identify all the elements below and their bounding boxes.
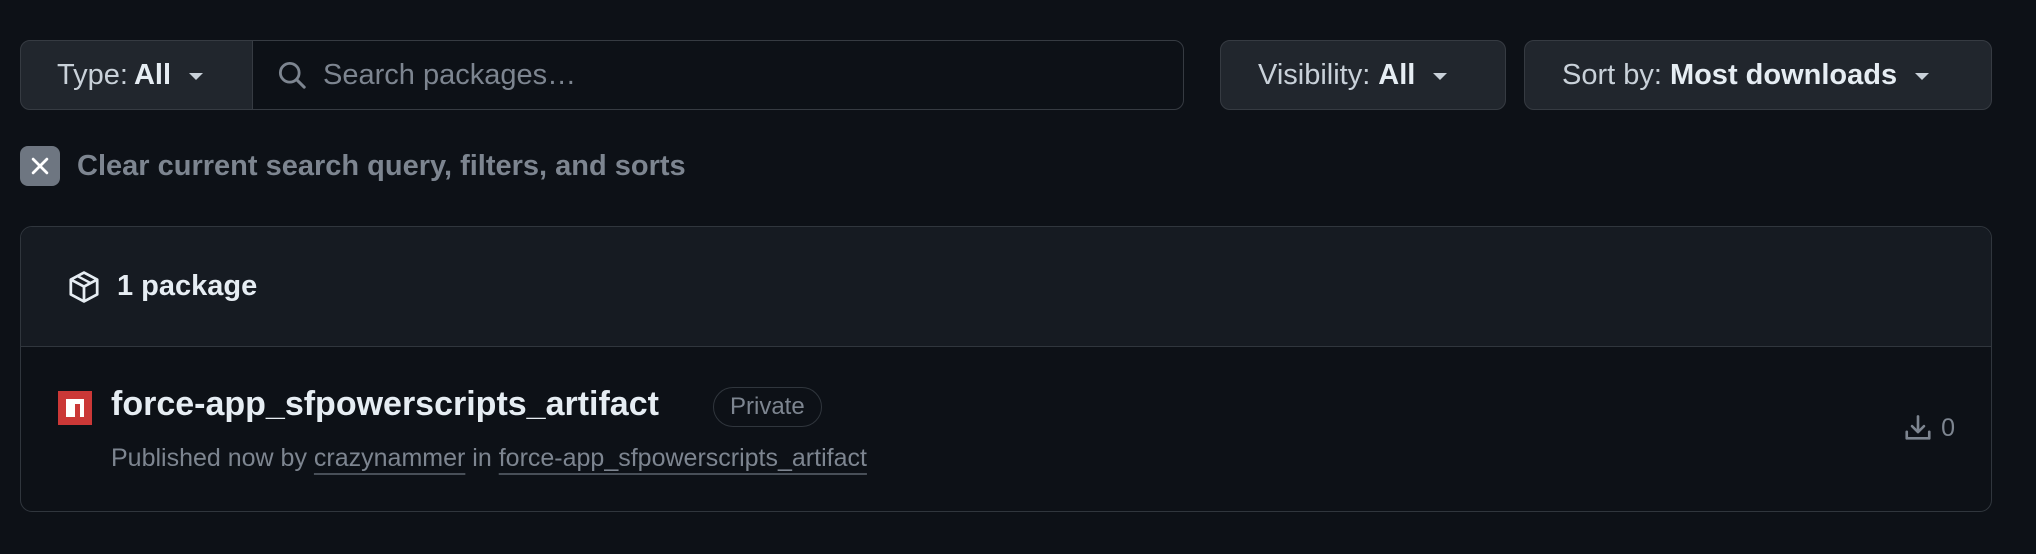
download-count: 0 (1903, 413, 1955, 443)
visibility-badge: Private (713, 387, 822, 427)
in-text: in (472, 444, 492, 472)
clear-filters-label[interactable]: Clear current search query, filters, and… (77, 150, 686, 183)
download-count-value: 0 (1941, 413, 1955, 442)
sort-button[interactable]: Sort by: Most downloads (1524, 40, 1992, 110)
repository-link[interactable]: force-app_sfpowerscripts_artifact (499, 444, 867, 472)
search-input[interactable] (321, 57, 1145, 93)
packages-page: Type: All Visibility: All Sort by: Most … (0, 0, 2036, 554)
published-text: Published now by (111, 444, 307, 472)
packages-list: 1 package force-app_sfpowerscripts_artif… (20, 226, 1992, 512)
visibility-filter-button[interactable]: Visibility: All (1220, 40, 1506, 110)
type-filter-button[interactable]: Type: All (20, 40, 254, 110)
list-item: force-app_sfpowerscripts_artifact Privat… (21, 347, 1991, 511)
sort-value: Most downloads (1669, 58, 1898, 91)
visibility-filter-label: Visibility: (1258, 58, 1371, 91)
download-icon (1905, 415, 1931, 440)
chevron-down-icon (1433, 73, 1448, 80)
package-meta: Published now by crazynammer in force-ap… (111, 444, 867, 473)
chevron-down-icon (1915, 73, 1930, 80)
packages-list-header: 1 package (21, 227, 1991, 347)
package-count: 1 package (117, 270, 258, 302)
package-name-link[interactable]: force-app_sfpowerscripts_artifact (111, 385, 659, 424)
type-filter-label: Type: (57, 58, 128, 91)
publisher-link[interactable]: crazynammer (314, 444, 465, 472)
clear-filters-link[interactable]: Clear current search query, filters, and… (20, 146, 686, 186)
search-icon (278, 61, 306, 89)
type-filter-value: All (133, 58, 171, 91)
chevron-down-icon (189, 73, 203, 80)
package-icon (69, 270, 99, 303)
close-icon[interactable] (20, 146, 60, 186)
search-box (252, 40, 1184, 110)
sort-label: Sort by: (1562, 58, 1662, 91)
npm-icon (58, 391, 92, 425)
visibility-filter-value: All (1378, 58, 1416, 91)
